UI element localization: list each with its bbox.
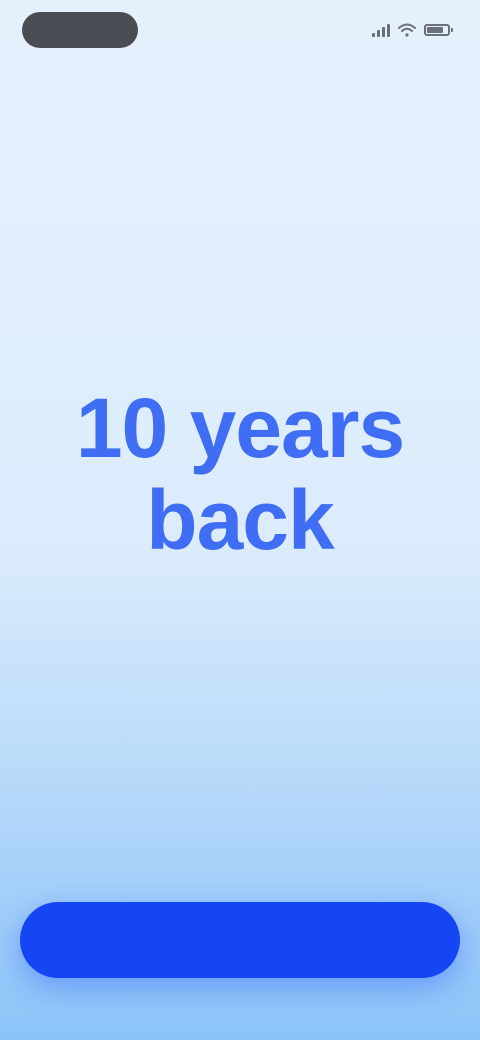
status-time [22, 12, 138, 48]
signal-icon [372, 23, 390, 37]
hero-headline: 10 years back [75, 381, 405, 567]
hero-content: 10 years back [40, 360, 440, 566]
status-bar [0, 0, 480, 64]
battery-icon [424, 24, 453, 36]
battery-level [427, 27, 443, 33]
status-icons [372, 20, 453, 40]
wifi-icon [398, 23, 416, 37]
continue-button[interactable] [20, 902, 460, 978]
